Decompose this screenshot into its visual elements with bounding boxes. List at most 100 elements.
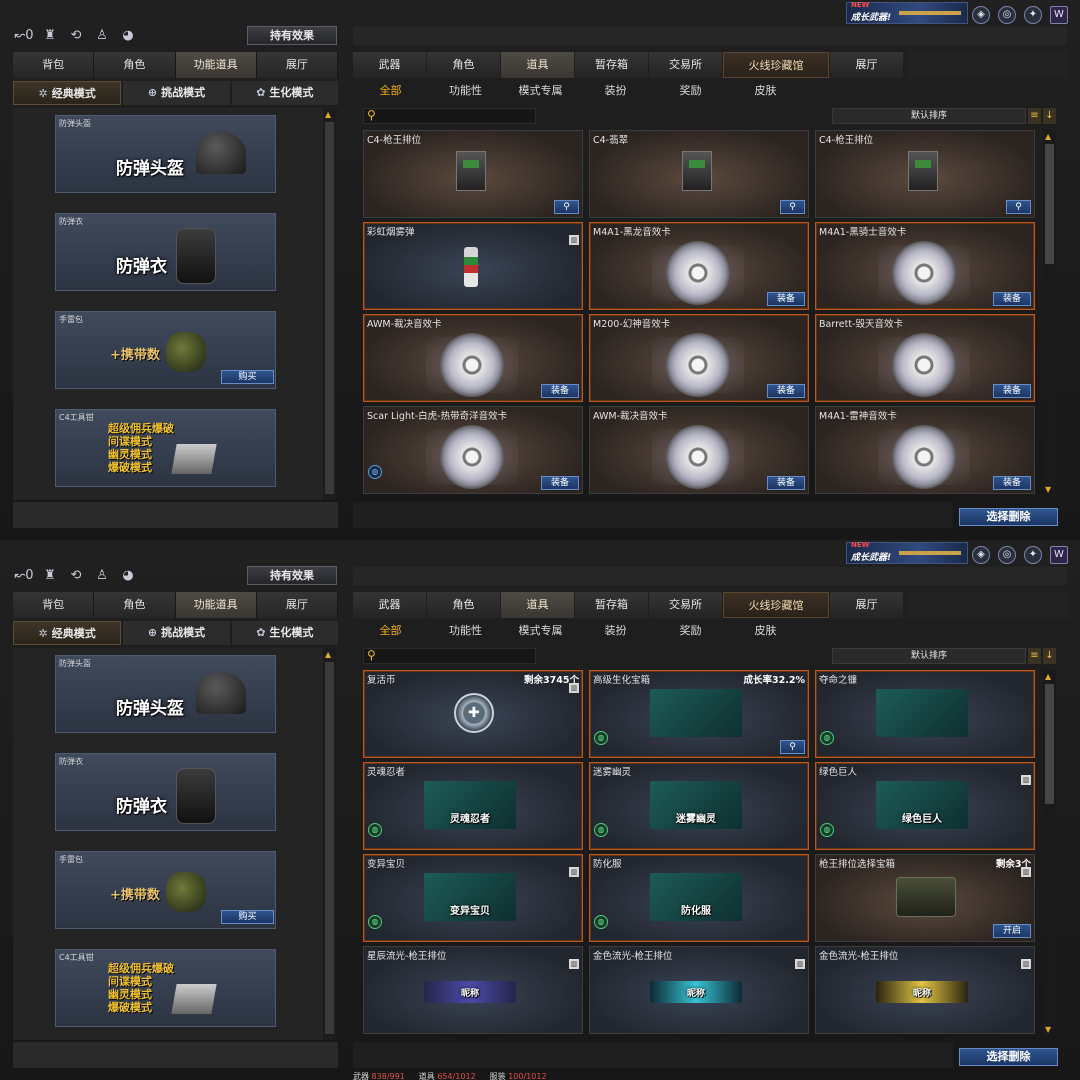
refresh-icon[interactable]: ⟲ — [66, 27, 86, 45]
trophy-icon[interactable]: ♜ — [40, 567, 60, 585]
scroll-down-icon[interactable]: ▼ — [1045, 1025, 1051, 1034]
helmet-card[interactable]: 防弹头盔 防弹头盔 — [55, 655, 276, 733]
item-card[interactable]: 夺命之镰 ◍ — [815, 670, 1035, 758]
subtab-skins[interactable]: 皮肤 — [728, 620, 803, 642]
tab-roles[interactable]: 角色 — [427, 52, 500, 78]
tab-function-items[interactable]: 功能道具 — [175, 52, 257, 78]
mouse-icon[interactable]: ◕ — [118, 27, 138, 45]
tab-hall[interactable]: 展厅 — [830, 52, 903, 78]
mode-classic[interactable]: ✲ 经典模式 — [13, 621, 122, 645]
subtab-rewards[interactable]: 奖励 — [653, 620, 728, 642]
scroll-thumb[interactable] — [325, 662, 334, 1034]
item-card[interactable]: 彩虹烟雾弹 ▥ — [363, 222, 583, 310]
w-icon[interactable]: W — [1050, 6, 1068, 24]
tab-exchange[interactable]: 交易所 — [649, 592, 722, 618]
item-card[interactable]: Barrett-毁天音效卡 装备 — [815, 314, 1035, 402]
shield-icon[interactable]: ◈ — [972, 6, 990, 24]
tab-items[interactable]: 道具 — [501, 52, 574, 78]
select-delete-button[interactable]: 选择删除 — [959, 1048, 1058, 1066]
subtab-functional[interactable]: 功能性 — [428, 80, 503, 102]
trash-icon[interactable]: ▥ — [1021, 775, 1031, 785]
promo-banner[interactable]: NEW 成长武器! — [846, 1, 968, 24]
w-icon[interactable]: W — [1050, 546, 1068, 564]
tab-showroom[interactable]: 展厅 — [256, 592, 338, 618]
scroll-up-icon[interactable]: ▲ — [1045, 672, 1051, 681]
equip-button[interactable]: 装备 — [541, 476, 579, 490]
sort-order-icon[interactable]: ↓ — [1043, 648, 1056, 664]
refresh-icon[interactable]: ⟲ — [66, 567, 86, 585]
tab-backpack[interactable]: 背包 — [13, 52, 95, 78]
equip-button[interactable]: 装备 — [767, 384, 805, 398]
mode-challenge[interactable]: ⊕ 挑战模式 — [123, 621, 230, 645]
subtab-all[interactable]: 全部 — [353, 620, 428, 642]
item-card[interactable]: 变异宝贝 变异宝贝 ▥ ◍ — [363, 854, 583, 942]
equip-button[interactable]: 装备 — [993, 292, 1031, 306]
item-card[interactable]: 金色流光-枪王排位 昵称 ▥ — [589, 946, 809, 1034]
magnify-button[interactable]: ⚲ — [554, 200, 579, 214]
vest-card[interactable]: 防弹衣 防弹衣 — [55, 213, 276, 291]
mode-zombie[interactable]: ✿ 生化模式 — [231, 621, 338, 645]
subtab-mode-exclusive[interactable]: 模式专属 — [503, 80, 578, 102]
item-card[interactable]: 复活币 剩余3745个 ✚ ▥ — [363, 670, 583, 758]
equip-button[interactable]: 装备 — [767, 476, 805, 490]
select-delete-button[interactable]: 选择删除 — [959, 508, 1058, 526]
item-card[interactable]: AWM-裁决音效卡 装备 — [363, 314, 583, 402]
item-card[interactable]: C4-翡翠 ⚲ — [589, 130, 809, 218]
list-view-icon[interactable]: ≡ — [1028, 648, 1041, 664]
subtab-dress[interactable]: 装扮 — [578, 80, 653, 102]
item-card[interactable]: Scar Light-白虎-热带奇洋音效卡 装备 ◍ — [363, 406, 583, 494]
item-card[interactable]: M4A1-黑龙音效卡 装备 — [589, 222, 809, 310]
equip-button[interactable]: 装备 — [993, 476, 1031, 490]
right-scrollbar[interactable]: ▲ ▼ — [1043, 670, 1056, 1036]
promo-banner[interactable]: NEW 成长武器! — [846, 541, 968, 564]
badge-icon[interactable]: ✦ — [1024, 546, 1042, 564]
buy-button[interactable]: 购买 — [221, 910, 274, 924]
trophy-icon[interactable]: ♜ — [40, 27, 60, 45]
item-card[interactable]: 高级生化宝箱 成长率32.2% ⚲ ◍ — [589, 670, 809, 758]
mode-classic[interactable]: ✲ 经典模式 — [13, 81, 122, 105]
sort-select[interactable]: 默认排序 — [832, 108, 1026, 124]
c4-tool-card[interactable]: C4工具钳 超级佣兵爆破 间谍模式 幽灵模式 爆破模式 — [55, 409, 276, 487]
person-icon[interactable]: ♙ — [92, 567, 112, 585]
tab-collection[interactable]: 火线珍藏馆 — [723, 52, 829, 78]
sort-order-icon[interactable]: ↓ — [1043, 108, 1056, 124]
right-scrollbar[interactable]: ▲ ▼ — [1043, 130, 1056, 496]
trash-icon[interactable]: ▥ — [1021, 959, 1031, 969]
trash-icon[interactable]: ▥ — [569, 683, 579, 693]
scroll-down-icon[interactable]: ▼ — [1045, 485, 1051, 494]
tab-items[interactable]: 道具 — [501, 592, 574, 618]
subtab-mode-exclusive[interactable]: 模式专属 — [503, 620, 578, 642]
item-card[interactable]: 防化服 防化服 ◍ — [589, 854, 809, 942]
mouse-icon[interactable]: ◕ — [118, 567, 138, 585]
effect-button[interactable]: 持有效果 — [247, 26, 337, 45]
grenade-card[interactable]: 手雷包 +携带数 购买 — [55, 311, 276, 389]
shield-icon[interactable]: ◈ — [972, 546, 990, 564]
tab-collection[interactable]: 火线珍藏馆 — [723, 592, 829, 618]
tab-backpack[interactable]: 背包 — [13, 592, 95, 618]
item-card[interactable]: C4-枪王排位 ⚲ — [815, 130, 1035, 218]
mode-zombie[interactable]: ✿ 生化模式 — [231, 81, 338, 105]
tab-storage[interactable]: 暂存箱 — [575, 592, 648, 618]
scroll-up-icon[interactable]: ▲ — [325, 650, 331, 659]
item-card[interactable]: 迷雾幽灵 迷雾幽灵 ◍ — [589, 762, 809, 850]
key-icon[interactable]: ↜0 — [14, 27, 34, 45]
badge-icon[interactable]: ✦ — [1024, 6, 1042, 24]
key-icon[interactable]: ↜0 — [14, 567, 34, 585]
vest-card[interactable]: 防弹衣 防弹衣 — [55, 753, 276, 831]
tab-weapons[interactable]: 武器 — [353, 52, 426, 78]
tab-weapons[interactable]: 武器 — [353, 592, 426, 618]
tab-character[interactable]: 角色 — [94, 52, 176, 78]
equip-button[interactable]: 开启 — [993, 924, 1031, 938]
item-card[interactable]: 枪王排位选择宝箱 剩余3个 开启 ▥ — [815, 854, 1035, 942]
scroll-up-icon[interactable]: ▲ — [325, 110, 331, 119]
subtab-functional[interactable]: 功能性 — [428, 620, 503, 642]
tab-function-items[interactable]: 功能道具 — [175, 592, 257, 618]
scroll-thumb[interactable] — [1045, 144, 1054, 264]
trash-icon[interactable]: ▥ — [569, 867, 579, 877]
subtab-skins[interactable]: 皮肤 — [728, 80, 803, 102]
scroll-thumb[interactable] — [325, 122, 334, 494]
tab-showroom[interactable]: 展厅 — [256, 52, 338, 78]
magnify-button[interactable]: ⚲ — [780, 740, 805, 754]
helmet-card[interactable]: 防弹头盔 防弹头盔 — [55, 115, 276, 193]
target-icon[interactable]: ◎ — [998, 546, 1016, 564]
